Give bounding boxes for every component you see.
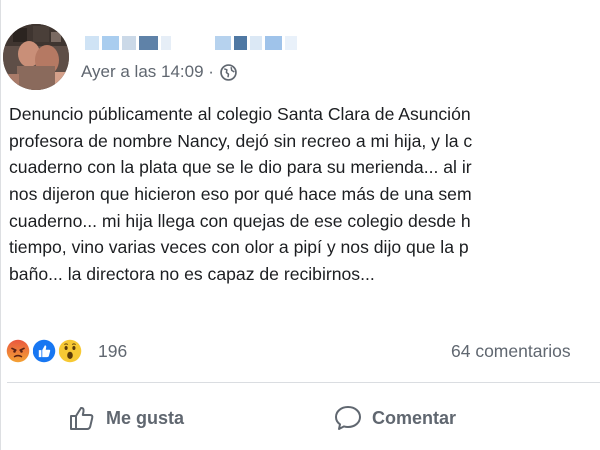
comment-count[interactable]: 64 comentarios bbox=[451, 341, 571, 362]
angry-reaction-icon bbox=[3, 336, 33, 366]
globe-icon bbox=[220, 63, 237, 81]
reaction-count[interactable]: 196 bbox=[98, 341, 127, 362]
post-header: Ayer a las 14:09 · bbox=[1, 0, 600, 90]
pixel-block bbox=[138, 36, 158, 50]
comment-bubble-icon bbox=[335, 406, 361, 430]
author-name-obscured[interactable] bbox=[85, 32, 297, 54]
pixel-block bbox=[215, 36, 231, 50]
comment-button[interactable]: Comentar bbox=[333, 400, 456, 436]
post-actions: Me gusta Comentar bbox=[1, 390, 600, 446]
pixel-block bbox=[250, 36, 262, 50]
post-text-line: cuaderno... mi hija llega con quejas de … bbox=[9, 210, 471, 231]
pixel-block bbox=[160, 36, 171, 50]
like-button-label: Me gusta bbox=[106, 407, 185, 428]
pixel-block bbox=[233, 36, 248, 50]
pixel-block bbox=[85, 36, 99, 50]
pixel-block bbox=[264, 36, 283, 50]
post-text-line: nos dijeron que hicieron eso por qué hac… bbox=[9, 184, 472, 205]
post-text-line: profesora de nombre Nancy, dejó sin recr… bbox=[9, 130, 473, 151]
avatar-photo bbox=[3, 24, 69, 90]
post-timestamp[interactable]: Ayer a las 14:09 · bbox=[81, 62, 237, 82]
author-avatar[interactable] bbox=[3, 24, 69, 90]
post-text-line: Denuncio públicamente al colegio Santa C… bbox=[9, 104, 471, 124]
actions-divider bbox=[7, 382, 600, 383]
post-text-line: cuaderno con la plata que se le dio para… bbox=[9, 157, 472, 178]
post-text-line: baño... la directora no es capaz de reci… bbox=[9, 264, 375, 285]
pixel-block bbox=[101, 36, 119, 50]
like-button[interactable]: Me gusta bbox=[67, 400, 184, 436]
post-text-line: tiempo, vino varias veces con olor a pip… bbox=[9, 237, 469, 258]
wow-reaction-icon bbox=[55, 336, 85, 366]
facebook-post: Ayer a las 14:09 · Denuncio públicamente… bbox=[0, 0, 600, 450]
comment-button-label: Comentar bbox=[372, 407, 457, 428]
timestamp-text[interactable]: Ayer a las 14:09 · bbox=[81, 62, 214, 82]
post-text: Denuncio públicamente al colegio Santa C… bbox=[9, 101, 600, 288]
pixel-block bbox=[121, 36, 136, 50]
reactions-summary: 196 64 comentarios bbox=[1, 334, 600, 368]
pixel-block bbox=[173, 36, 213, 50]
reaction-icons[interactable] bbox=[3, 334, 85, 368]
like-reaction-icon bbox=[29, 336, 59, 366]
thumbs-up-icon bbox=[70, 406, 94, 430]
pixel-block bbox=[285, 36, 297, 50]
